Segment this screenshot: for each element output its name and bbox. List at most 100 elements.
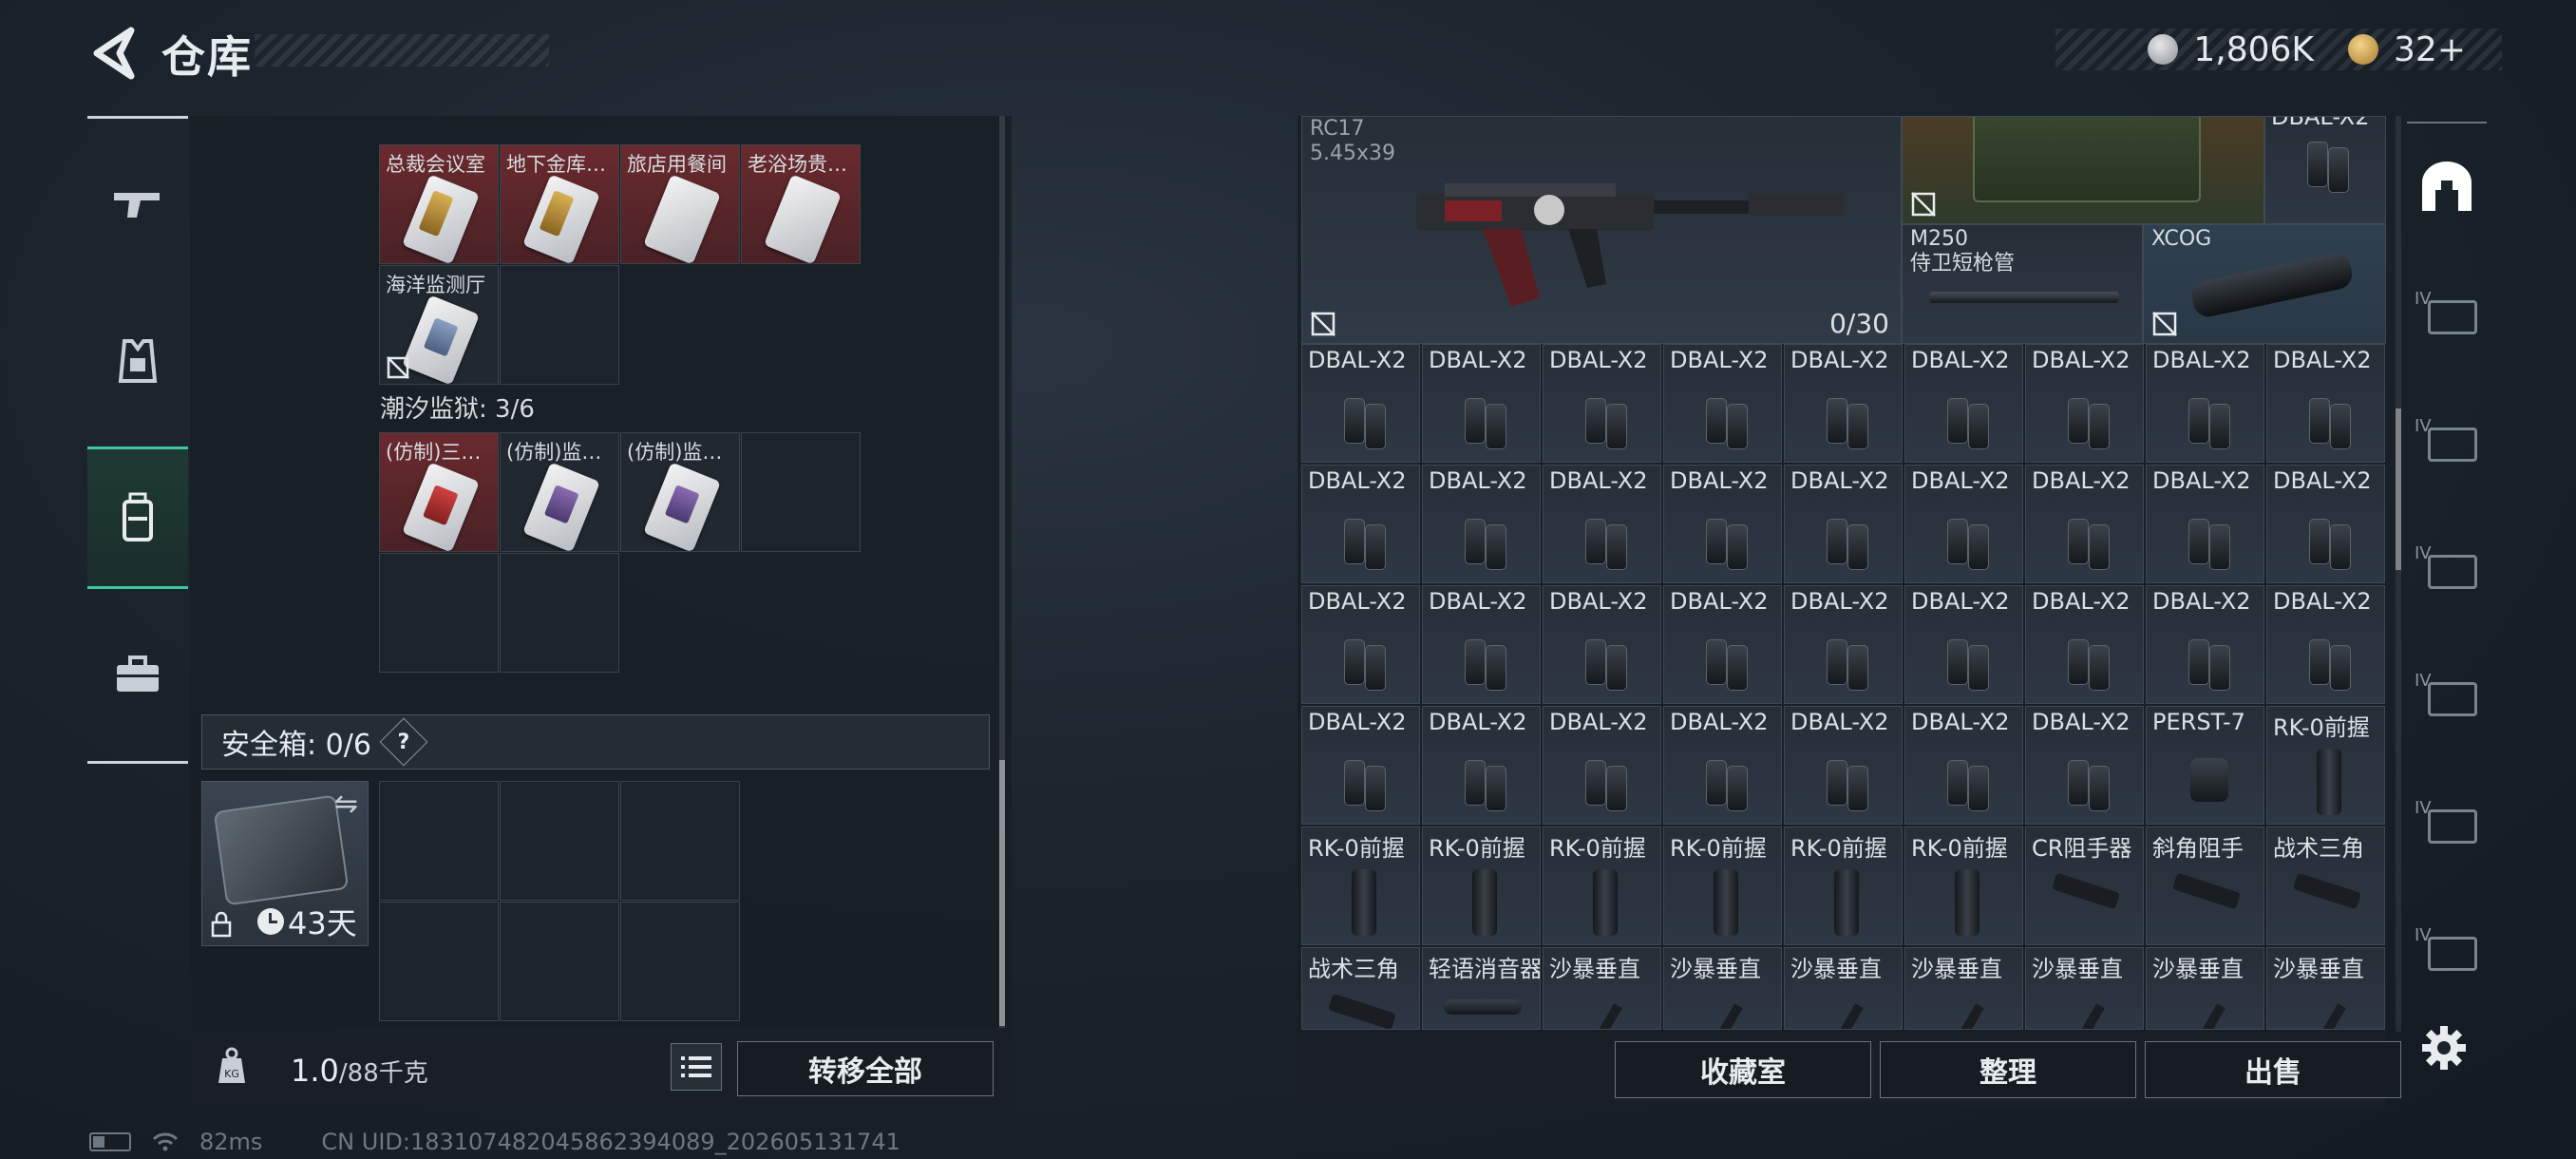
item-slot[interactable]: DBAL-X2 bbox=[2264, 116, 2386, 224]
stash-item[interactable]: 沙暴垂直 bbox=[1663, 947, 1782, 1030]
safe-slot[interactable] bbox=[500, 902, 619, 1021]
back-arrow-icon[interactable] bbox=[87, 27, 135, 80]
stash-item[interactable]: RK-0前握 bbox=[1422, 826, 1541, 945]
stash-item[interactable]: DBAL-X2 bbox=[1784, 344, 1903, 463]
safe-slot[interactable] bbox=[620, 781, 740, 901]
safe-slot[interactable] bbox=[379, 902, 499, 1021]
stash-item[interactable]: DBAL-X2 bbox=[2266, 585, 2385, 704]
nav-tier-slot-1[interactable]: IV bbox=[2407, 256, 2487, 384]
stash-item[interactable]: RK-0前握 bbox=[1784, 826, 1903, 945]
keycard-slot[interactable]: 地下金库… bbox=[500, 144, 619, 264]
stash-item[interactable]: DBAL-X2 bbox=[2266, 465, 2385, 583]
stash-item[interactable]: DBAL-X2 bbox=[1301, 465, 1420, 583]
collection-button[interactable]: 收藏室 bbox=[1615, 1041, 1871, 1098]
stash-item[interactable]: RK-0前握 bbox=[2266, 706, 2385, 825]
nav-weapon[interactable] bbox=[87, 133, 188, 276]
stash-item[interactable]: DBAL-X2 bbox=[1663, 706, 1782, 825]
stash-item[interactable]: DBAL-X2 bbox=[2266, 344, 2385, 463]
stash-item[interactable]: DBAL-X2 bbox=[1663, 344, 1782, 463]
keycard-slot[interactable]: (仿制)监… bbox=[620, 432, 740, 552]
stash-item[interactable]: DBAL-X2 bbox=[1301, 585, 1420, 704]
stash-item[interactable]: 沙暴垂直 bbox=[2146, 947, 2264, 1030]
stash-item[interactable]: DBAL-X2 bbox=[1663, 585, 1782, 704]
nav-tier-slot-5[interactable]: IV bbox=[2407, 766, 2487, 893]
stash-item[interactable]: DBAL-X2 bbox=[1663, 465, 1782, 583]
stash-item[interactable]: DBAL-X2 bbox=[1904, 344, 2023, 463]
stash-item[interactable]: 战术三角 bbox=[1301, 947, 1420, 1030]
stash-item[interactable]: DBAL-X2 bbox=[1543, 465, 1661, 583]
stash-item[interactable]: 沙暴垂直 bbox=[2266, 947, 2385, 1030]
scope-item[interactable]: XCOG bbox=[2143, 224, 2386, 344]
gold-amount[interactable]: 32+ bbox=[2394, 30, 2466, 69]
stash-item[interactable]: DBAL-X2 bbox=[1543, 585, 1661, 704]
sort-button[interactable]: 整理 bbox=[1880, 1041, 2136, 1098]
rifle-item[interactable]: RC17 5.45x39 0/30 bbox=[1301, 116, 1902, 344]
stash-item[interactable]: DBAL-X2 bbox=[2025, 344, 2144, 463]
stash-item[interactable]: DBAL-X2 bbox=[1904, 465, 2023, 583]
empty-slot[interactable] bbox=[500, 265, 619, 385]
empty-slot[interactable] bbox=[379, 553, 499, 673]
safe-slot[interactable] bbox=[379, 781, 499, 901]
stash-item[interactable]: DBAL-X2 bbox=[1301, 706, 1420, 825]
stash-item[interactable]: RK-0前握 bbox=[1904, 826, 2023, 945]
stash-item[interactable]: 沙暴垂直 bbox=[1904, 947, 2023, 1030]
stash-scrollbar[interactable] bbox=[2396, 116, 2401, 1032]
stash-item[interactable]: 沙暴垂直 bbox=[2025, 947, 2144, 1030]
ammo-box-item[interactable] bbox=[1902, 116, 2264, 224]
stash-item[interactable]: RK-0前握 bbox=[1663, 826, 1782, 945]
nav-tier-slot-2[interactable]: IV bbox=[2407, 384, 2487, 511]
stash-item[interactable]: DBAL-X2 bbox=[2146, 465, 2264, 583]
safe-slot[interactable] bbox=[500, 781, 619, 901]
stash-scrollbar-thumb[interactable] bbox=[2396, 408, 2401, 570]
keycard-slot[interactable]: 总裁会议室 bbox=[379, 144, 499, 264]
stash-item[interactable]: PERST-7 bbox=[2146, 706, 2264, 825]
nav-case[interactable] bbox=[87, 603, 188, 746]
transfer-all-button[interactable]: 转移全部 bbox=[737, 1041, 994, 1096]
stash-item[interactable]: DBAL-X2 bbox=[1784, 465, 1903, 583]
nav-backpack[interactable] bbox=[87, 446, 188, 589]
safe-slot[interactable] bbox=[620, 902, 740, 1021]
stash-item[interactable]: 沙暴垂直 bbox=[1784, 947, 1903, 1030]
left-scrollbar-thumb[interactable] bbox=[999, 760, 1005, 1026]
stash-item[interactable]: 斜角阻手 bbox=[2146, 826, 2264, 945]
nav-tier-slot-6[interactable]: IV bbox=[2407, 893, 2487, 1020]
sell-button[interactable]: 出售 bbox=[2145, 1041, 2401, 1098]
list-view-button[interactable] bbox=[671, 1043, 722, 1091]
barrel-item[interactable]: M250 侍卫短枪管 bbox=[1902, 224, 2143, 344]
empty-slot[interactable] bbox=[741, 432, 861, 552]
help-button[interactable]: ? bbox=[379, 717, 428, 767]
stash-item[interactable]: CR阻手器 bbox=[2025, 826, 2144, 945]
stash-item[interactable]: RK-0前握 bbox=[1543, 826, 1661, 945]
stash-item[interactable]: DBAL-X2 bbox=[1422, 585, 1541, 704]
stash-item[interactable]: DBAL-X2 bbox=[1784, 706, 1903, 825]
stash-item[interactable]: 战术三角 bbox=[2266, 826, 2385, 945]
stash-item[interactable]: 沙暴垂直 bbox=[1543, 947, 1661, 1030]
nav-armor[interactable] bbox=[87, 290, 188, 432]
stash-item[interactable]: DBAL-X2 bbox=[1904, 585, 2023, 704]
keycard-slot[interactable]: 老浴场贵… bbox=[741, 144, 861, 264]
nav-tier-slot-4[interactable]: IV bbox=[2407, 638, 2487, 766]
stash-item[interactable]: DBAL-X2 bbox=[2025, 706, 2144, 825]
nav-stash-home[interactable] bbox=[2407, 122, 2487, 249]
stash-item[interactable]: DBAL-X2 bbox=[2146, 585, 2264, 704]
stash-item[interactable]: RK-0前握 bbox=[1301, 826, 1420, 945]
stash-item[interactable]: DBAL-X2 bbox=[1904, 706, 2023, 825]
stash-item[interactable]: DBAL-X2 bbox=[2146, 344, 2264, 463]
stash-item[interactable]: DBAL-X2 bbox=[2025, 465, 2144, 583]
stash-item[interactable]: DBAL-X2 bbox=[1422, 706, 1541, 825]
safe-case-item[interactable]: ⇋ 43天 bbox=[201, 781, 369, 946]
nav-tier-slot-3[interactable]: IV bbox=[2407, 511, 2487, 638]
stash-item[interactable]: DBAL-X2 bbox=[1301, 344, 1420, 463]
settings-gear-icon[interactable] bbox=[2420, 1024, 2468, 1072]
stash-item[interactable]: DBAL-X2 bbox=[1543, 706, 1661, 825]
keycard-slot[interactable]: (仿制)监… bbox=[500, 432, 619, 552]
stash-item[interactable]: DBAL-X2 bbox=[2025, 585, 2144, 704]
stash-item[interactable]: DBAL-X2 bbox=[1422, 344, 1541, 463]
keycard-slot[interactable]: (仿制)三… bbox=[379, 432, 499, 552]
stash-item[interactable]: 轻语消音器 bbox=[1422, 947, 1541, 1030]
swap-icon[interactable]: ⇋ bbox=[334, 788, 358, 821]
empty-slot[interactable] bbox=[500, 553, 619, 673]
stash-item[interactable]: DBAL-X2 bbox=[1543, 344, 1661, 463]
stash-item[interactable]: DBAL-X2 bbox=[1784, 585, 1903, 704]
stash-item[interactable]: DBAL-X2 bbox=[1422, 465, 1541, 583]
